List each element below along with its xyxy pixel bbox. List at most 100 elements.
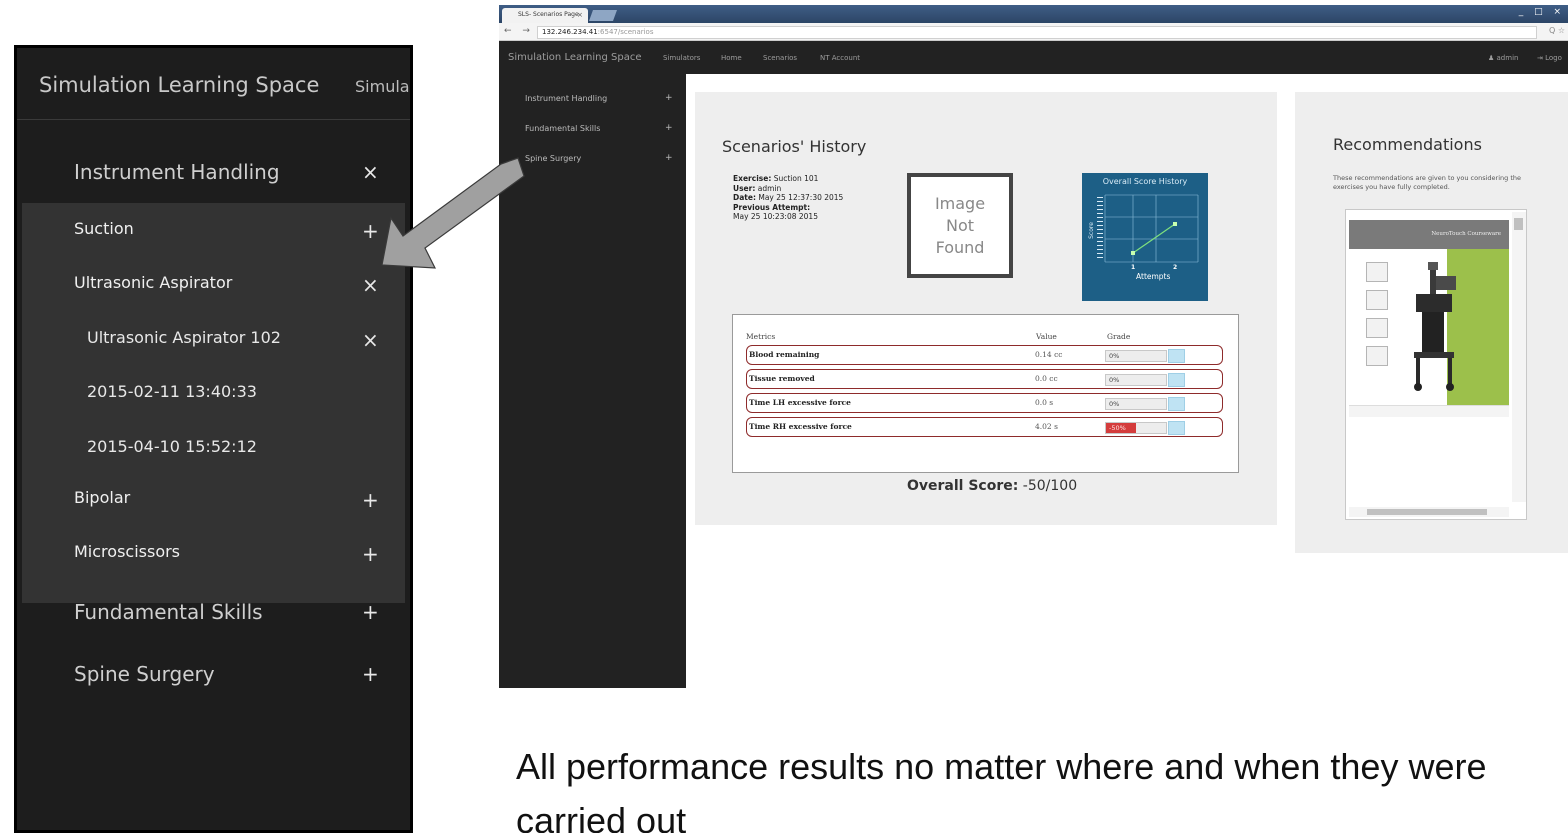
recommendations-card: Recommendations These recommendations ar…	[1295, 92, 1568, 553]
expand-icon[interactable]: +	[665, 153, 673, 163]
previous-attempt-value: May 25 10:23:08 2015	[733, 212, 818, 221]
metrics-header: Metrics	[746, 332, 776, 341]
sidebar-item-spine-surgery[interactable]: Spine Surgery	[525, 154, 581, 163]
pdf-thumbnail-icon	[1366, 346, 1388, 366]
window-controls[interactable]: _ □ ×	[1519, 7, 1565, 17]
metric-name: Time LH excessive force	[749, 398, 851, 407]
metric-value: 0.0 cc	[1035, 374, 1058, 383]
zoom-item-label: Bipolar	[74, 488, 131, 507]
overall-score-history-chart: Overall Score History Score 1 2 Attempts	[1082, 173, 1208, 301]
slide-caption: All performance results no matter where …	[516, 746, 1487, 833]
grade-detail-button[interactable]	[1168, 373, 1185, 387]
zoom-item-label: Fundamental Skills	[74, 600, 263, 624]
history-title: Scenarios' History	[722, 137, 867, 156]
pdf-horizontal-scrollbar[interactable]	[1349, 507, 1509, 517]
overall-score-label: Overall Score:	[907, 478, 1019, 494]
image-not-found-placeholder: Image Not Found	[907, 173, 1013, 278]
admin-label: admin	[1496, 54, 1519, 62]
grade-bar: 0%	[1105, 398, 1167, 410]
zoom-star-icons[interactable]: Q ☆	[1549, 26, 1565, 35]
exercise-value: Suction 101	[773, 174, 819, 183]
navbar-brand[interactable]: Simulation Learning Space	[508, 52, 642, 63]
expand-icon[interactable]: +	[362, 600, 379, 624]
grade-text: 0%	[1109, 352, 1120, 360]
sidebar: Instrument Handling + Fundamental Skills…	[499, 74, 686, 688]
main-content: Scenarios' History Exercise: Suction 101…	[686, 74, 1568, 688]
zoom-item-label: Microscissors	[74, 542, 181, 561]
courseware-pdf-viewer[interactable]: NeuroTouch Courseware	[1345, 209, 1527, 520]
score-chart-ylabel: Score	[1087, 222, 1095, 239]
metric-row: Tissue removed 0.0 cc 0%	[746, 369, 1223, 389]
grade-bar: 0%	[1105, 374, 1167, 386]
grade-bar: -50%	[1105, 422, 1167, 434]
simulator-machine-image	[1414, 262, 1456, 391]
user-icon: ♟	[1488, 54, 1497, 62]
score-chart-title: Overall Score History	[1102, 177, 1188, 186]
pdf-header-title: NeuroTouch Courseware	[1431, 231, 1501, 237]
grade-text: 0%	[1109, 400, 1120, 408]
metric-row: Time LH excessive force 0.0 s 0%	[746, 393, 1223, 413]
zoom-item-label: Ultrasonic Aspirator	[74, 273, 233, 292]
nav-link-home[interactable]: Home	[721, 54, 742, 62]
expand-icon[interactable]: +	[362, 662, 379, 686]
zoom-brand-title[interactable]: Simulation Learning Space	[39, 73, 319, 97]
zoom-item-label: Spine Surgery	[74, 662, 215, 686]
browser-tab[interactable]: SLS- Scenarios Page ×	[502, 8, 588, 23]
user-value: admin	[757, 183, 782, 193]
metric-name: Tissue removed	[749, 374, 815, 383]
metric-name: Time RH excessive force	[749, 422, 852, 431]
logout-label: Logo	[1545, 54, 1562, 62]
recommendations-title: Recommendations	[1333, 135, 1482, 154]
expand-icon[interactable]: +	[665, 123, 673, 133]
zoomed-sidebar-panel: Simulation Learning Space Simula Instrum…	[14, 45, 413, 833]
date-value: May 25 12:37:30 2015	[758, 193, 844, 202]
pdf-header-band: NeuroTouch Courseware	[1349, 220, 1509, 249]
address-bar: ← → C 132.246.234.41:6547/scenarios Q ☆	[499, 23, 1568, 41]
collapse-icon[interactable]: ×	[362, 328, 379, 352]
metrics-table: Metrics Value Grade Blood remaining 0.14…	[732, 314, 1239, 473]
exercise-label: Exercise:	[733, 174, 772, 183]
score-chart-xtick: 1	[1131, 264, 1136, 271]
expand-icon[interactable]: +	[362, 542, 379, 566]
placeholder-line: Image	[934, 194, 986, 213]
sidebar-item-instrument-handling[interactable]: Instrument Handling	[525, 94, 607, 103]
logout-link[interactable]: ⇥ Logo	[1537, 54, 1562, 62]
url-field[interactable]: 132.246.234.41:6547/scenarios	[537, 26, 1537, 39]
zoom-item-label: 2015-04-10 15:52:12	[87, 437, 257, 456]
score-series-line	[1132, 223, 1176, 254]
metric-row: Time RH excessive force 4.02 s -50%	[746, 417, 1223, 437]
admin-user-link[interactable]: ♟ admin	[1488, 54, 1518, 62]
expand-icon[interactable]: +	[665, 93, 673, 103]
callout-arrow-icon	[381, 157, 525, 269]
nav-link-scenarios[interactable]: Scenarios	[763, 54, 797, 62]
url-host: 132.246.234.41	[542, 28, 598, 36]
value-header: Value	[1036, 332, 1057, 341]
new-tab-button[interactable]	[588, 10, 618, 21]
pdf-thumbnail-icon	[1366, 318, 1388, 338]
nav-link-nt-account[interactable]: NT Account	[820, 54, 860, 62]
grade-detail-button[interactable]	[1168, 397, 1185, 411]
pdf-vertical-scrollbar[interactable]	[1512, 212, 1526, 502]
overall-score: Overall Score: -50/100	[907, 478, 1077, 494]
chart-grid	[1104, 194, 1199, 263]
placeholder-line: Found	[935, 238, 985, 257]
grade-detail-button[interactable]	[1168, 349, 1185, 363]
logout-icon: ⇥	[1537, 54, 1546, 62]
nav-link-simulators[interactable]: Simulators	[663, 54, 700, 62]
zoom-simulators-link[interactable]: Simula	[355, 77, 410, 96]
sidebar-item-fundamental-skills[interactable]: Fundamental Skills	[525, 124, 600, 133]
zoom-navbar: Simulation Learning Space Simula	[17, 48, 410, 120]
scroll-thumb[interactable]	[1367, 509, 1487, 515]
previous-attempt-label: Previous Attempt:	[733, 202, 811, 212]
scroll-thumb[interactable]	[1514, 218, 1523, 230]
zoom-item-label: Instrument Handling	[74, 160, 280, 184]
scenarios-history-card: Scenarios' History Exercise: Suction 101…	[695, 92, 1277, 525]
score-point-2	[1173, 222, 1177, 226]
pdf-page-footer	[1349, 405, 1509, 417]
grade-detail-button[interactable]	[1168, 421, 1185, 435]
tab-bar: SLS- Scenarios Page × _ □ ×	[499, 5, 1568, 23]
close-tab-icon[interactable]: ×	[577, 11, 583, 19]
metric-value: 0.0 s	[1035, 398, 1054, 407]
top-navbar: Simulation Learning Space Simulators Hom…	[499, 41, 1568, 74]
expand-icon[interactable]: +	[362, 488, 379, 512]
